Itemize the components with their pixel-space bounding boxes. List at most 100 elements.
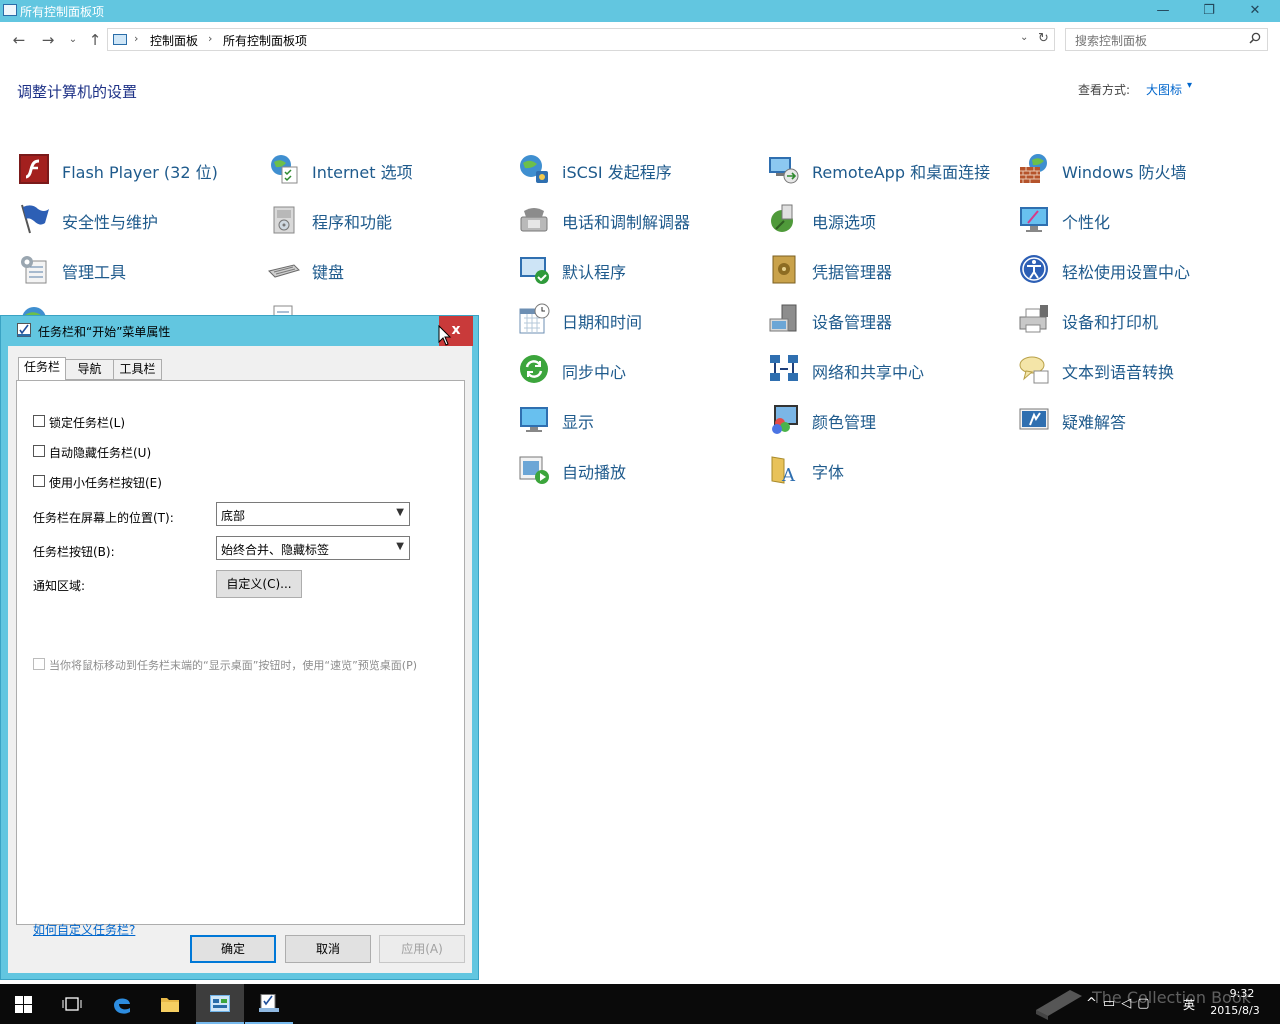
cp-item-label: 安全性与维护 — [62, 213, 159, 232]
peek-label[interactable]: 当你将鼠标移动到任务栏末端的“显示桌面”按钮时，使用“速览”预览桌面(P) — [49, 657, 417, 673]
message-icon[interactable]: ▢ — [1137, 996, 1155, 1011]
iscsi-globe-icon — [520, 155, 548, 183]
ease-of-access-icon — [1020, 255, 1048, 283]
volume-icon[interactable]: ◁ — [1121, 996, 1137, 1011]
input-method-indicator[interactable]: 英 — [1183, 996, 1195, 1013]
lock-taskbar-checkbox[interactable] — [33, 415, 45, 427]
taskbar-buttons-label: 任务栏按钮(B): — [33, 545, 115, 559]
refresh-icon[interactable]: ↻ — [1038, 31, 1049, 46]
edge-taskbar-button[interactable] — [98, 984, 146, 1024]
cp-item-autoplay[interactable]: 自动播放 — [518, 450, 718, 490]
small-buttons-label[interactable]: 使用小任务栏按钮(E) — [49, 474, 162, 491]
cp-item-label: 自动播放 — [562, 463, 627, 482]
taskbar-properties-icon — [259, 994, 279, 1012]
cp-item-power-options[interactable]: 电源选项 — [768, 200, 968, 240]
cp-item-network-sharing[interactable]: 网络和共享中心 — [768, 350, 988, 390]
printer-icon — [1019, 305, 1048, 333]
cp-item-troubleshooting[interactable]: 疑难解答 — [1018, 400, 1218, 440]
cp-item-internet-options[interactable]: Internet 选项 — [268, 150, 468, 190]
cp-item-credential-manager[interactable]: 凭据管理器 — [768, 250, 968, 290]
default-programs-icon — [520, 257, 549, 284]
cp-item-programs-features[interactable]: 程序和功能 — [268, 200, 468, 240]
peek-checkbox[interactable] — [33, 658, 45, 670]
cp-item-admin-tools[interactable]: 管理工具 — [18, 250, 218, 290]
tab-taskbar[interactable]: 任务栏 — [18, 357, 66, 380]
cp-item-remoteapp[interactable]: RemoteApp 和桌面连接 — [768, 150, 1008, 190]
breadcrumb-all-items[interactable]: 所有控制面板项 — [223, 32, 307, 49]
view-by-caret-icon[interactable]: ▾ — [1187, 80, 1192, 91]
close-button[interactable]: ✕ — [1232, 0, 1278, 22]
cp-item-windows-firewall[interactable]: Windows 防火墙 — [1018, 150, 1238, 190]
cp-item-label: 显示 — [562, 413, 595, 432]
network-tray-icon[interactable]: ▭ — [1103, 996, 1121, 1011]
cp-item-device-manager[interactable]: 设备管理器 — [768, 300, 968, 340]
cp-item-default-programs[interactable]: 默认程序 — [518, 250, 718, 290]
notification-area-label: 通知区域: — [33, 579, 86, 593]
calendar-clock-icon — [519, 303, 550, 334]
tab-toolbars[interactable]: 工具栏 — [113, 359, 162, 380]
cp-item-flash-player[interactable]: Flash Player (32 位) — [18, 150, 218, 190]
search-icon[interactable] — [1249, 32, 1261, 47]
tab-navigation[interactable]: 导航 — [65, 359, 114, 380]
cp-item-iscsi-initiator[interactable]: iSCSI 发起程序 — [518, 150, 738, 190]
dialog-title: 任务栏和“开始”菜单属性 — [38, 325, 171, 339]
recent-locations-chevron-icon[interactable]: ⌄ — [63, 30, 83, 50]
search-input[interactable] — [1066, 29, 1252, 52]
clock-time[interactable]: 9:32 — [1222, 987, 1262, 1000]
start-button[interactable] — [0, 984, 48, 1024]
show-hidden-icons-chevron-icon[interactable]: ^ — [1086, 996, 1103, 1011]
forward-arrow-icon[interactable]: → — [38, 30, 58, 50]
restore-button[interactable]: ❐ — [1186, 0, 1232, 22]
network-icon — [770, 355, 798, 381]
clock-date[interactable]: 2015/8/3 — [1205, 1004, 1265, 1017]
address-bar[interactable]: › 控制面板 › 所有控制面板项 ⌄ ↻ — [107, 28, 1055, 51]
cp-item-ease-of-access[interactable]: 轻松使用设置中心 — [1018, 250, 1238, 290]
breadcrumb-control-panel[interactable]: 控制面板 — [150, 32, 198, 49]
cp-item-personalization[interactable]: 个性化 — [1018, 200, 1218, 240]
cp-item-label: 同步中心 — [562, 363, 627, 382]
breadcrumb-separator-icon[interactable]: › — [208, 32, 212, 45]
task-view-button[interactable] — [48, 984, 96, 1024]
cp-item-label: 文本到语音转换 — [1062, 363, 1175, 382]
view-by-dropdown[interactable]: 大图标 — [1146, 81, 1182, 98]
ok-button[interactable]: 确定 — [190, 935, 276, 963]
tray-icons[interactable]: ^▭◁▢ — [1086, 996, 1156, 1011]
cp-item-devices-printers[interactable]: 设备和打印机 — [1018, 300, 1218, 340]
cp-item-label: 颜色管理 — [812, 413, 877, 432]
cp-item-color-management[interactable]: 颜色管理 — [768, 400, 968, 440]
cp-item-label: Flash Player (32 位) — [62, 163, 218, 182]
file-explorer-taskbar-button[interactable] — [146, 984, 194, 1024]
cp-item-display[interactable]: 显示 — [518, 400, 718, 440]
cp-item-text-to-speech[interactable]: 文本到语音转换 — [1018, 350, 1238, 390]
autohide-taskbar-checkbox[interactable] — [33, 445, 45, 457]
cp-item-phone-modem[interactable]: 电话和调制解调器 — [518, 200, 738, 240]
help-link[interactable]: 如何自定义任务栏? — [33, 921, 135, 938]
credential-safe-icon — [772, 255, 796, 284]
breadcrumb-separator-icon[interactable]: › — [134, 32, 138, 45]
cp-item-keyboard[interactable]: 键盘 — [268, 250, 468, 290]
taskbar-properties-icon — [17, 323, 31, 337]
taskbar-buttons-select[interactable]: 始终合并、隐藏标签 ▼ — [216, 536, 410, 560]
cp-item-fonts[interactable]: A 字体 — [768, 450, 968, 490]
up-arrow-icon[interactable]: ↑ — [85, 30, 105, 50]
lock-taskbar-label[interactable]: 锁定任务栏(L) — [49, 414, 125, 431]
control-panel-taskbar-button[interactable] — [196, 984, 244, 1024]
autohide-taskbar-label[interactable]: 自动隐藏任务栏(U) — [49, 444, 151, 461]
customize-button[interactable]: 自定义(C)... — [216, 570, 302, 598]
cp-item-label: Internet 选项 — [312, 163, 413, 182]
search-box[interactable] — [1065, 28, 1268, 52]
windows-taskbar: The Collection Book ^▭◁▢ 英 9:32 2015/8/3 — [0, 984, 1280, 1024]
apply-button[interactable]: 应用(A) — [379, 935, 465, 963]
taskbar-properties-taskbar-button[interactable] — [245, 984, 293, 1024]
taskbar-position-select[interactable]: 底部 ▼ — [216, 502, 410, 526]
back-arrow-icon[interactable]: ← — [9, 30, 29, 50]
cancel-button[interactable]: 取消 — [285, 935, 371, 963]
cp-item-date-time[interactable]: 日期和时间 — [518, 300, 718, 340]
address-dropdown-icon[interactable]: ⌄ — [1020, 32, 1028, 43]
minimize-button[interactable]: — — [1140, 0, 1186, 22]
small-buttons-checkbox[interactable] — [33, 475, 45, 487]
taskbar-position-value: 底部 — [221, 509, 246, 523]
cp-item-sync-center[interactable]: 同步中心 — [518, 350, 718, 390]
cp-item-security-maintenance[interactable]: 安全性与维护 — [18, 200, 218, 240]
fonts-folder-icon: A — [771, 456, 796, 485]
